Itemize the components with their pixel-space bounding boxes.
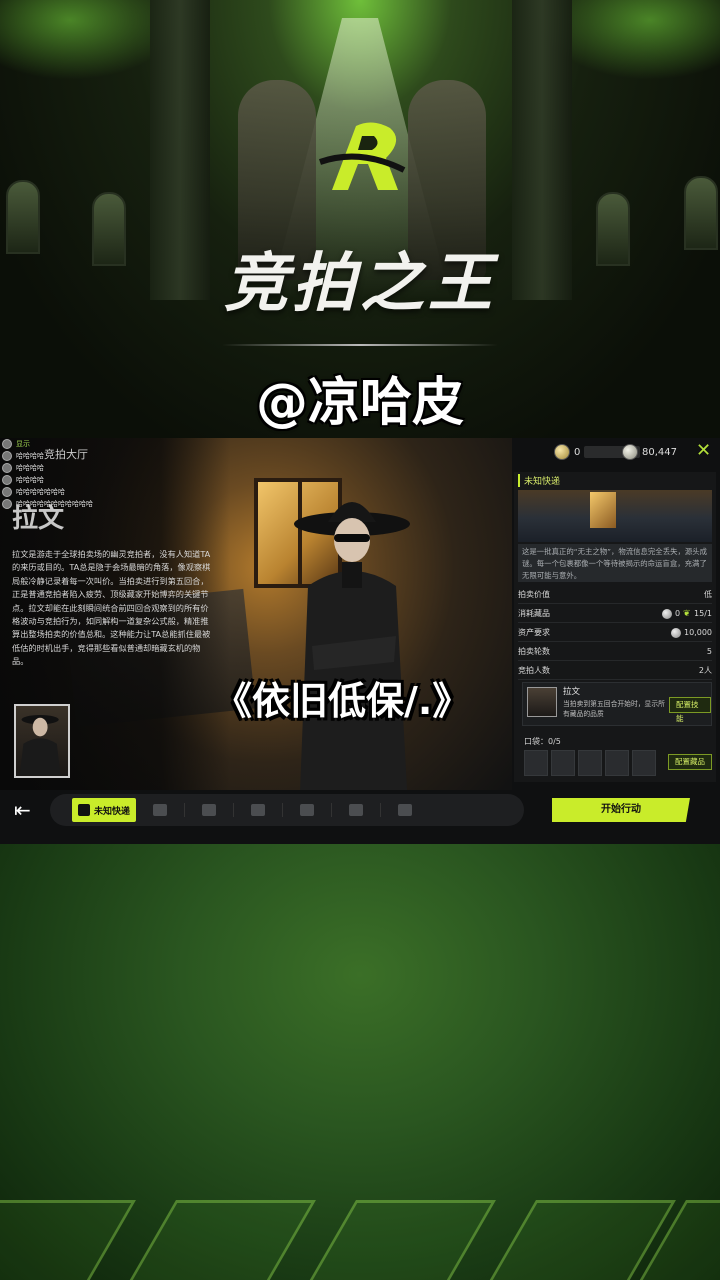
deco-shape (0, 1200, 136, 1280)
pocket-slot[interactable] (632, 750, 656, 776)
stat-row-asset: 资产要求 10,000 (518, 624, 712, 642)
bottom-bar: ⇤ 未知快递 开始行动 (0, 790, 720, 844)
silver-currency: 80,447 (622, 442, 677, 462)
silver-amount: 80,447 (642, 446, 677, 458)
skill-name: 拉文 (563, 687, 581, 697)
stat-label: 竞拍人数 (518, 666, 550, 675)
tab-separator (184, 803, 186, 817)
skill-avatar (527, 687, 557, 717)
stat-label: 拍卖价值 (518, 590, 550, 599)
divider (222, 344, 498, 346)
stat-row-rounds: 拍卖轮数 5 (518, 643, 712, 661)
game-logo-icon (319, 122, 406, 190)
chat-text: 哈哈哈哈 (16, 452, 44, 460)
exit-icon[interactable]: ⇤ (14, 798, 40, 822)
game-screen: 显示 哈哈哈哈 哈哈哈哈 哈哈哈哈 哈哈哈哈哈哈哈 哈哈哈哈哈哈哈哈哈哈哈 竞拍… (0, 438, 720, 844)
chat-text: 哈哈哈哈 (16, 464, 44, 472)
skill-card: 拉文 当拍卖到第五回合开始时，显示所有藏品的品质 配置技能 (522, 682, 712, 726)
pocket-slot[interactable] (605, 750, 629, 776)
stat-label: 资产要求 (518, 628, 550, 637)
pocket-slot[interactable] (524, 750, 548, 776)
coin-icon (661, 608, 672, 619)
package-icon[interactable] (395, 801, 415, 819)
character-name: 拉文 (12, 504, 65, 534)
overlay-caption: 《依旧低保/.》 (214, 679, 471, 723)
tab-separator (282, 803, 284, 817)
stat-label: 消耗藏品 (518, 609, 550, 618)
pocket-slot[interactable] (578, 750, 602, 776)
skill-description: 当拍卖到第五回合开始时，显示所有藏品的品质 (563, 700, 665, 718)
configure-items-button[interactable]: 配置藏品 (668, 754, 712, 770)
crate-plus-icon[interactable] (150, 801, 170, 819)
chat-name: 显示 (16, 440, 30, 448)
warehouse-window (590, 492, 616, 528)
creator-handle: @凉哈皮 (255, 373, 464, 433)
tab-separator (331, 803, 333, 817)
stat-value: 5 (706, 647, 712, 656)
tab-unknown-express[interactable]: 未知快递 (72, 798, 137, 822)
stat-row-value: 拍卖价值 低 (518, 586, 712, 604)
tab-separator (233, 803, 235, 817)
chat-avatar (2, 499, 12, 509)
top-bar: 显示 哈哈哈哈 哈哈哈哈 哈哈哈哈 哈哈哈哈哈哈哈 哈哈哈哈哈哈哈哈哈哈哈 竞拍… (0, 438, 720, 509)
deco-shape (304, 1200, 496, 1280)
crate-icon[interactable] (199, 801, 219, 819)
coin-icon (671, 627, 681, 638)
chat-avatar (2, 475, 12, 485)
chat-avatar (2, 451, 12, 461)
stat-value: 2人 (698, 666, 712, 675)
start-action-button[interactable]: 开始行动 (552, 798, 690, 822)
deco-shape (124, 1200, 316, 1280)
item-panel: 未知快递 这是一批真正的“无主之物”，物流信息完全丢失，源头成谜。每一个包裹都像… (514, 472, 716, 782)
pocket-label: 口袋：0/5 (524, 737, 561, 746)
portrait-figure-icon (19, 715, 61, 776)
stat-value-text: 10,000 (684, 628, 712, 637)
chat-line: 哈哈哈哈 (2, 474, 172, 486)
stat-value: 低 (704, 590, 712, 599)
background-lower (0, 844, 720, 1280)
character-description: 拉文是游走于全球拍卖场的幽灵竞拍者，没有人知道TA的来历或目的。TA总是隐于会场… (12, 549, 211, 667)
chat-text: 哈哈哈哈 (16, 476, 44, 484)
category-tabs: 未知快递 (50, 794, 524, 826)
chest-icon[interactable] (248, 801, 268, 819)
chat-avatar (2, 439, 12, 449)
stat-label: 拍卖轮数 (518, 647, 550, 656)
panel-title: 未知快递 (518, 474, 560, 487)
chat-avatar (2, 463, 12, 473)
chat-line: 哈哈哈哈哈哈哈 (2, 486, 172, 498)
leaf-icon: ❦ (683, 608, 691, 619)
stat-value: 10,000 (671, 627, 712, 638)
promo-banner: 竞拍之王 @凉哈皮 (0, 0, 720, 438)
configure-skill-button[interactable]: 配置技能 (669, 697, 711, 723)
stat-value-b: 15/1 (694, 609, 712, 618)
chat-line: 哈哈哈哈 (2, 462, 172, 474)
pocket-slot[interactable] (551, 750, 575, 776)
stat-row-bidders: 竞拍人数 2人 (518, 662, 712, 680)
close-icon[interactable]: ✕ (696, 442, 714, 460)
tab-separator (380, 803, 382, 817)
panel-description: 这是一批真正的“无主之物”，物流信息完全丢失，源头成谜。每一个包裹都像一个等待被… (518, 544, 712, 582)
silver-coin-icon (622, 444, 638, 460)
game-title: 竞拍之王 (224, 247, 496, 321)
character-portrait[interactable] (14, 704, 70, 778)
panel-image (518, 490, 712, 542)
chat-avatar (2, 487, 12, 497)
tab-label: 未知快递 (94, 806, 131, 817)
case-icon[interactable] (297, 801, 317, 819)
lobby-title[interactable]: 竞拍大厅 (44, 446, 88, 462)
stat-value-a: 0 (674, 609, 681, 618)
stat-row-consume: 消耗藏品 0 ❦ 15/1 (518, 605, 712, 623)
package-icon (78, 804, 90, 816)
stat-value: 0 ❦ 15/1 (661, 608, 712, 619)
pocket-slots (524, 750, 656, 776)
box-edit-icon[interactable] (346, 801, 366, 819)
chat-text: 哈哈哈哈哈哈哈 (16, 488, 65, 496)
gold-coin-icon (554, 444, 570, 460)
gold-amount: 0 (574, 446, 581, 458)
